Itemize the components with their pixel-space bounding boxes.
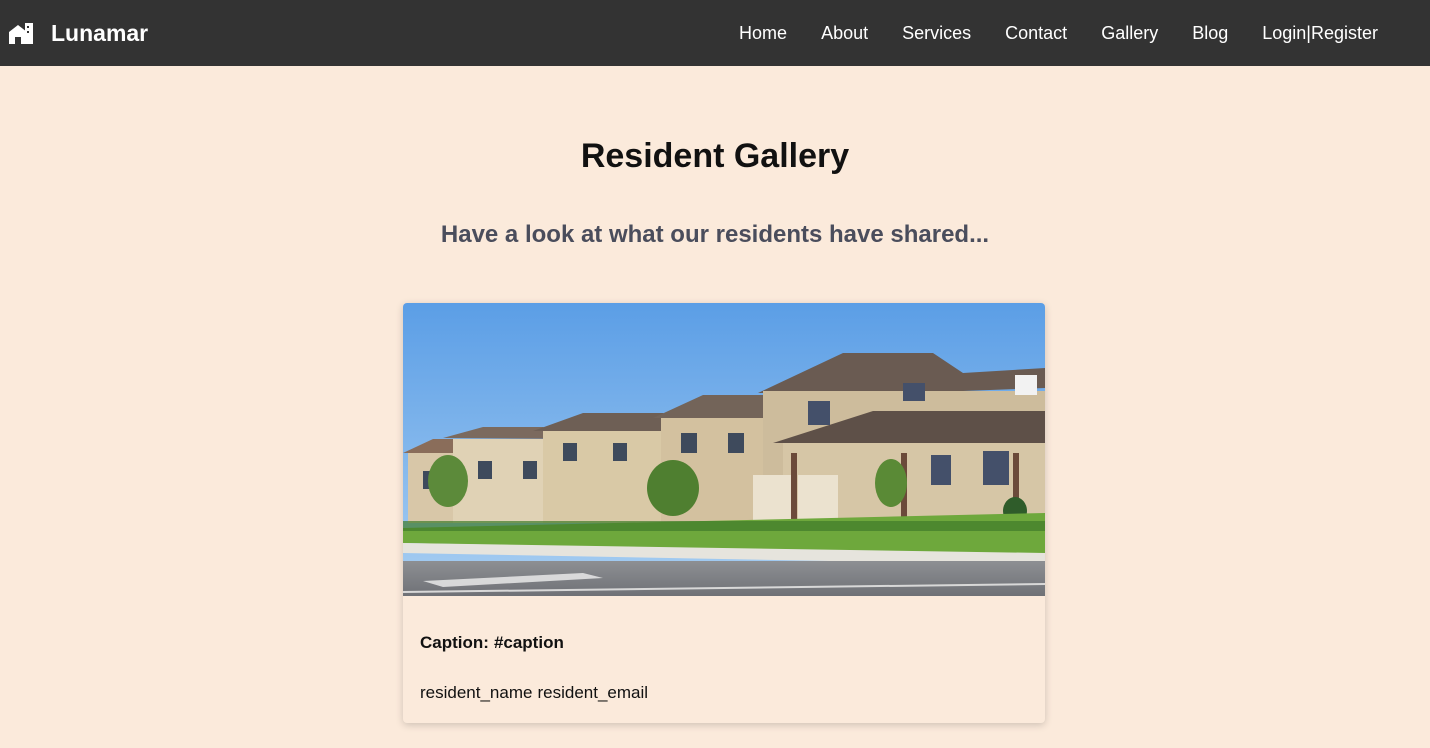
resident-name: resident_name bbox=[420, 683, 533, 702]
navbar: Lunamar Home About Services Contact Gall… bbox=[0, 0, 1430, 66]
page-title: Resident Gallery bbox=[580, 137, 850, 175]
caption-value: #caption bbox=[493, 633, 564, 652]
resident-email: resident_email bbox=[537, 683, 649, 702]
suburban-houses-photo bbox=[403, 303, 1045, 596]
building-icon bbox=[9, 23, 33, 44]
caption-label: Caption: bbox=[420, 633, 489, 652]
nav-register[interactable]: Register bbox=[1311, 23, 1378, 43]
nav-services[interactable]: Services bbox=[902, 23, 971, 44]
nav-blog[interactable]: Blog bbox=[1192, 23, 1228, 44]
page-subtitle: Have a look at what our residents have s… bbox=[440, 221, 990, 248]
nav-contact[interactable]: Contact bbox=[1005, 23, 1067, 44]
brand-name: Lunamar bbox=[51, 19, 149, 46]
nav-home[interactable]: Home bbox=[739, 23, 787, 44]
card-meta: resident_name resident_email bbox=[420, 683, 648, 703]
nav-auth: Login|Register bbox=[1262, 23, 1378, 44]
nav-login[interactable]: Login bbox=[1262, 23, 1306, 43]
brand-link[interactable]: Lunamar bbox=[9, 0, 148, 66]
card-caption: Caption: #caption bbox=[420, 633, 564, 653]
gallery-card: Caption: #caption resident_name resident_e… bbox=[403, 303, 1045, 723]
nav-gallery[interactable]: Gallery bbox=[1101, 23, 1158, 44]
nav-about[interactable]: About bbox=[821, 23, 868, 44]
nav-links: Home About Services Contact Gallery Blog… bbox=[705, 0, 1378, 66]
